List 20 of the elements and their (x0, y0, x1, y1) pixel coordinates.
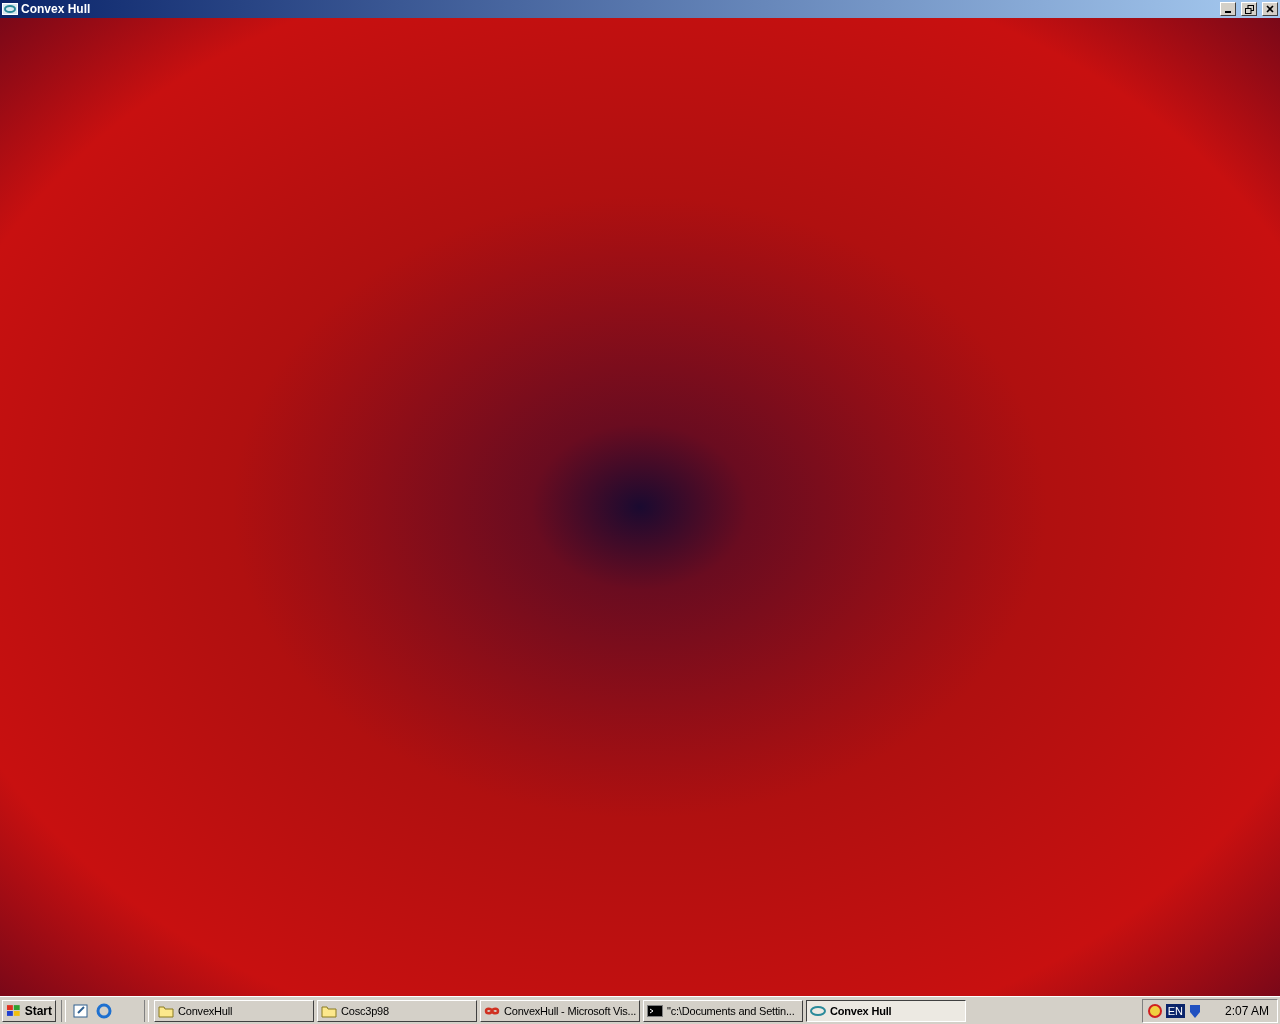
console-icon (647, 1003, 663, 1018)
restore-button[interactable] (1241, 2, 1257, 16)
taskbar-task[interactable]: Convex Hull (806, 999, 966, 1022)
folder-icon (321, 1003, 337, 1018)
windows-logo-icon (6, 1003, 22, 1018)
restore-icon (1244, 4, 1254, 14)
minimize-button[interactable] (1220, 2, 1236, 16)
clock: 2:07 AM (1224, 1003, 1269, 1018)
taskbar-task[interactable]: ConvexHull (154, 999, 314, 1022)
taskbar-task[interactable]: Cosc3p98 (317, 999, 477, 1022)
window-title: Convex Hull (21, 2, 92, 16)
taskbar-task[interactable]: "c:\Documents and Settin... (643, 999, 803, 1022)
folder-icon (158, 1003, 174, 1018)
start-button[interactable]: Start (2, 999, 56, 1022)
close-button[interactable] (1262, 2, 1278, 16)
language-indicator[interactable]: EN (1165, 1003, 1185, 1018)
taskbar-task[interactable]: ConvexHull - Microsoft Vis... (480, 999, 640, 1022)
app-icon (2, 3, 18, 15)
close-icon (1266, 5, 1274, 13)
app-icon (810, 1004, 826, 1017)
